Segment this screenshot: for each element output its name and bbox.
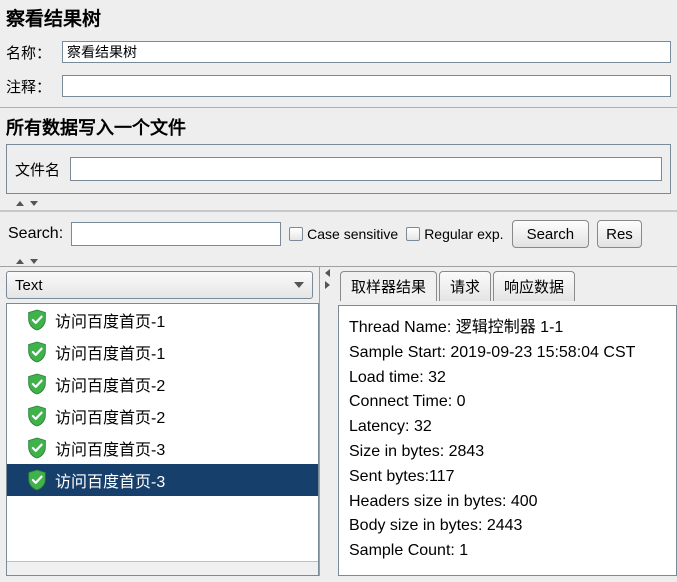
detail-row: Load time: 32 <box>349 366 666 391</box>
detail-value: 0 <box>457 393 466 410</box>
search-row: Search: Case sensitive Regular exp. Sear… <box>0 212 677 256</box>
detail-value: 2443 <box>487 517 523 534</box>
detail-row: Sample Count: 1 <box>349 539 666 564</box>
renderer-selected: Text <box>15 277 43 294</box>
success-shield-icon <box>27 341 47 363</box>
regex-label: Regular exp. <box>424 226 503 242</box>
detail-row: Size in bytes: 2843 <box>349 440 666 465</box>
comment-input[interactable] <box>62 75 671 97</box>
chevron-down-icon <box>294 282 304 288</box>
regex-checkbox[interactable]: Regular exp. <box>406 226 503 242</box>
tree-item-label: 访问百度首页-1 <box>55 308 165 332</box>
tab-bar: 取样器结果请求响应数据 <box>334 267 677 301</box>
detail-row: Body size in bytes: 2443 <box>349 514 666 539</box>
right-pane: 取样器结果请求响应数据 Thread Name: 逻辑控制器 1-1Sample… <box>334 267 677 576</box>
checkbox-icon <box>289 227 303 241</box>
search-button[interactable]: Search <box>512 220 590 248</box>
detail-value: 117 <box>429 468 455 485</box>
left-pane: Text 访问百度首页-1 访问百度首页-1 访问百度首页-2 访问百度首页-2… <box>0 267 320 576</box>
search-input[interactable] <box>71 222 281 246</box>
triangle-down-icon <box>30 259 38 264</box>
filename-input[interactable] <box>70 157 662 181</box>
detail-value: 2019-09-23 15:58:04 CST <box>450 344 635 361</box>
tree-item[interactable]: 访问百度首页-2 <box>7 400 318 432</box>
detail-value: 2843 <box>449 443 485 460</box>
tab[interactable]: 响应数据 <box>493 271 575 301</box>
success-shield-icon <box>27 373 47 395</box>
detail-key: Load time: <box>349 369 428 386</box>
checkbox-icon <box>406 227 420 241</box>
detail-value: 400 <box>511 493 538 510</box>
renderer-combo[interactable]: Text <box>6 271 313 299</box>
page-title: 察看结果树 <box>0 0 677 39</box>
name-label: 名称： <box>6 42 54 63</box>
detail-row: Headers size in bytes: 400 <box>349 490 666 515</box>
filename-label: 文件名 <box>15 159 60 180</box>
split-pane: Text 访问百度首页-1 访问百度首页-1 访问百度首页-2 访问百度首页-2… <box>0 266 677 576</box>
triangle-left-icon <box>325 269 330 277</box>
write-all-data-heading: 所有数据写入一个文件 <box>0 108 677 144</box>
success-shield-icon <box>27 469 47 491</box>
file-panel: 文件名 <box>6 144 671 194</box>
detail-key: Size in bytes: <box>349 443 449 460</box>
collapse-toggle-mid[interactable] <box>0 256 677 266</box>
detail-key: Sent bytes: <box>349 468 429 485</box>
split-handle[interactable] <box>320 267 334 576</box>
detail-key: Latency: <box>349 418 414 435</box>
detail-key: Headers size in bytes: <box>349 493 511 510</box>
tree-item-label: 访问百度首页-1 <box>55 340 165 364</box>
success-shield-icon <box>27 437 47 459</box>
comment-label: 注释： <box>6 76 54 97</box>
case-sensitive-checkbox[interactable]: Case sensitive <box>289 226 398 242</box>
tab[interactable]: 请求 <box>439 271 491 301</box>
reset-button[interactable]: Res <box>597 220 642 248</box>
tree-item-label: 访问百度首页-2 <box>55 372 165 396</box>
detail-row: Sent bytes:117 <box>349 465 666 490</box>
tab[interactable]: 取样器结果 <box>340 271 437 301</box>
tree-item[interactable]: 访问百度首页-3 <box>7 464 318 496</box>
tree-item-label: 访问百度首页-3 <box>55 468 165 492</box>
detail-value: 逻辑控制器 1-1 <box>456 319 564 336</box>
detail-key: Thread Name: <box>349 319 456 336</box>
triangle-right-icon <box>325 281 330 289</box>
tree-item[interactable]: 访问百度首页-2 <box>7 368 318 400</box>
tree-item[interactable]: 访问百度首页-1 <box>7 336 318 368</box>
tree-item[interactable]: 访问百度首页-1 <box>7 304 318 336</box>
sampler-result-panel: Thread Name: 逻辑控制器 1-1Sample Start: 2019… <box>338 305 677 576</box>
horizontal-scrollbar[interactable] <box>7 561 318 575</box>
detail-key: Sample Count: <box>349 542 459 559</box>
detail-value: 1 <box>459 542 468 559</box>
name-row: 名称： <box>0 39 677 73</box>
detail-key: Connect Time: <box>349 393 457 410</box>
success-shield-icon <box>27 405 47 427</box>
triangle-up-icon <box>16 259 24 264</box>
tree-item[interactable]: 访问百度首页-3 <box>7 432 318 464</box>
detail-row: Thread Name: 逻辑控制器 1-1 <box>349 316 666 341</box>
search-label: Search: <box>8 225 63 243</box>
triangle-up-icon <box>16 201 24 206</box>
detail-row: Connect Time: 0 <box>349 390 666 415</box>
detail-row: Sample Start: 2019-09-23 15:58:04 CST <box>349 341 666 366</box>
collapse-toggle-top[interactable] <box>0 198 677 208</box>
name-input[interactable] <box>62 41 671 63</box>
detail-value: 32 <box>428 369 446 386</box>
detail-key: Body size in bytes: <box>349 517 487 534</box>
results-tree[interactable]: 访问百度首页-1 访问百度首页-1 访问百度首页-2 访问百度首页-2 访问百度… <box>6 303 319 576</box>
detail-key: Sample Start: <box>349 344 450 361</box>
triangle-down-icon <box>30 201 38 206</box>
case-sensitive-label: Case sensitive <box>307 226 398 242</box>
tree-item-label: 访问百度首页-2 <box>55 404 165 428</box>
detail-row: Latency: 32 <box>349 415 666 440</box>
comment-row: 注释： <box>0 73 677 107</box>
success-shield-icon <box>27 309 47 331</box>
detail-value: 32 <box>414 418 432 435</box>
tree-item-label: 访问百度首页-3 <box>55 436 165 460</box>
